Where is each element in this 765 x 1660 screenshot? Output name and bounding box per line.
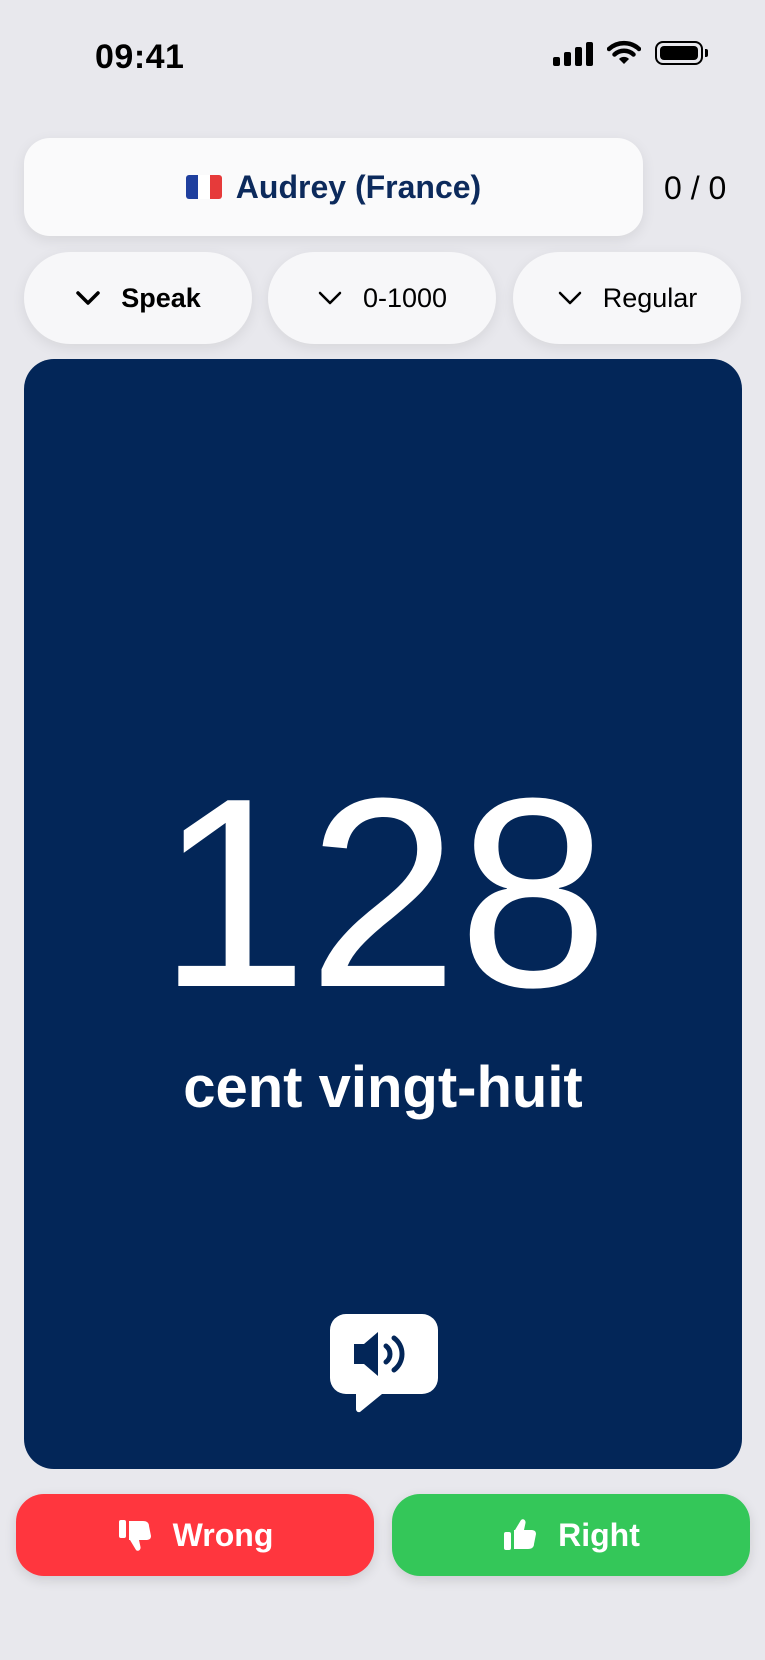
mode-dropdown-label: Speak [121,282,201,313]
right-button[interactable]: Right [392,1494,750,1576]
number-card: 128 cent vingt-huit [24,359,742,1469]
status-bar: 09:41 [0,0,765,110]
wrong-button[interactable]: Wrong [16,1494,374,1576]
style-dropdown[interactable]: Regular [513,252,741,344]
status-icons [553,40,708,66]
chevron-down-icon [558,291,581,305]
cellular-signal-icon [553,40,593,66]
range-dropdown-label: 0-1000 [362,282,448,313]
chevron-down-icon [76,291,100,305]
number-display: 128 [157,743,609,1044]
thumbs-down-icon [118,1520,151,1551]
wrong-button-label: Wrong [172,1516,274,1553]
voice-selector-button[interactable]: Audrey (France) [24,138,643,236]
france-flag-icon [185,175,222,199]
mode-dropdown[interactable]: Speak [24,252,252,344]
score-counter: 0 / 0 [664,170,727,206]
thumbs-up-icon [504,1519,537,1550]
battery-icon [655,41,708,65]
voice-label: Audrey (France) [235,168,482,205]
right-button-label: Right [558,1516,640,1553]
style-dropdown-label: Regular [602,282,698,313]
wifi-icon [607,40,641,64]
range-dropdown[interactable]: 0-1000 [268,252,496,344]
speaker-bubble-icon[interactable] [330,1314,438,1416]
chevron-down-icon [318,291,342,305]
number-words: cent vingt-huit [183,1055,583,1120]
status-time: 09:41 [95,38,185,76]
